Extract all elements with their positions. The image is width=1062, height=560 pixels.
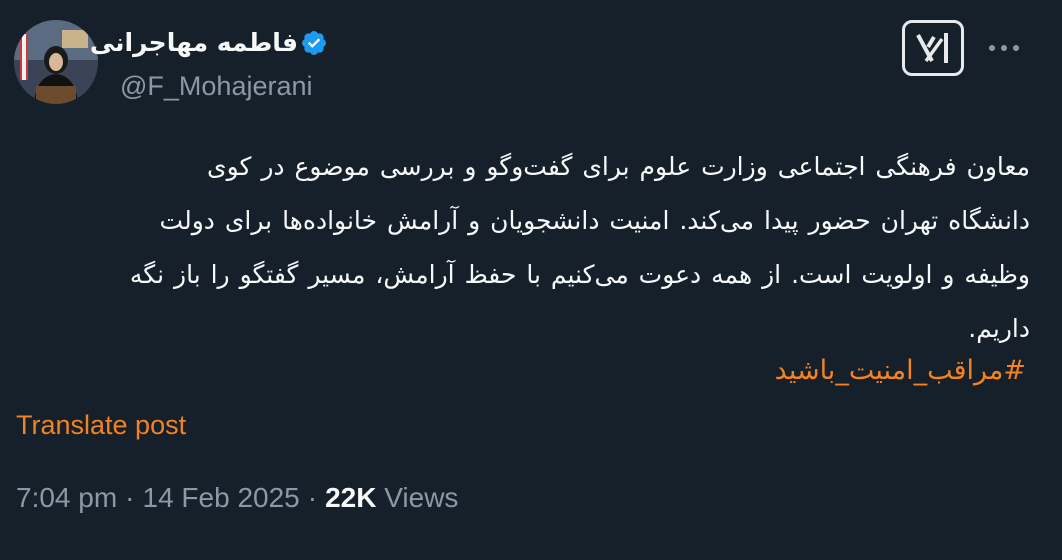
hashtag-link[interactable]: #مراقب_امنیت_باشید	[600, 346, 1026, 396]
more-icon	[989, 45, 1019, 51]
avatar-image	[14, 20, 98, 104]
more-options-button[interactable]	[986, 36, 1022, 60]
tweet-text-line: معاون فرهنگی اجتماعی وزارت علوم برای گفت…	[207, 152, 1030, 181]
views-label: Views	[384, 482, 459, 513]
avatar[interactable]	[14, 20, 98, 104]
display-name[interactable]: فاطمه مهاجرانی	[90, 26, 298, 60]
user-handle[interactable]: @F_Mohajerani	[120, 68, 313, 104]
tweet-text: معاون فرهنگی اجتماعی وزارت علوم برای گفت…	[60, 140, 1030, 356]
grok-button[interactable]	[902, 20, 964, 76]
tweet-text-line: وظیفه و اولویت است. از همه دعوت می‌کنیم …	[129, 260, 1030, 289]
meta-separator: ·	[125, 482, 135, 513]
meta-separator: ·	[307, 482, 318, 513]
grok-icon	[916, 33, 948, 63]
tweet-text-line: دانشگاه تهران حضور پیدا می‌کند. امنیت دا…	[159, 206, 1030, 235]
post-meta: 7:04 pm · 14 Feb 2025 · 22K Views	[16, 478, 458, 518]
views-count: 22K	[325, 482, 377, 513]
post-date[interactable]: 14 Feb 2025	[143, 482, 300, 513]
translate-post-link[interactable]: Translate post	[16, 406, 186, 444]
tweet-card: فاطمه مهاجرانی @F_Mohajerani معاون فرهنگ…	[0, 0, 1062, 560]
verified-badge-icon	[302, 31, 326, 55]
post-time[interactable]: 7:04 pm	[16, 482, 117, 513]
